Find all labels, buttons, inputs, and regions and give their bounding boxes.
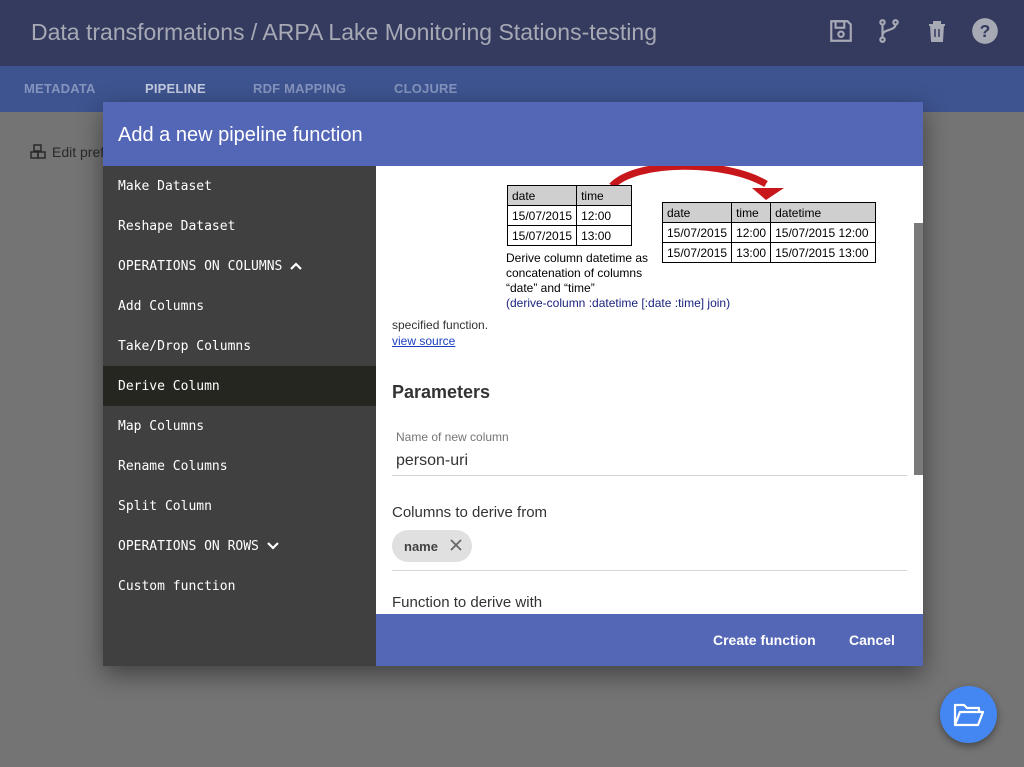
parameters-heading: Parameters xyxy=(392,382,491,402)
page-title: Data transformations / ARPA Lake Monitor… xyxy=(31,19,657,45)
table-cell: 15/07/2015 13:00 xyxy=(770,242,877,263)
view-source-link[interactable]: view source xyxy=(392,334,455,348)
table-row: 15/07/2015 13:00 xyxy=(506,225,633,246)
chip-label: name xyxy=(404,538,438,554)
content-scrollbar[interactable] xyxy=(914,223,923,475)
sidebar-item-reshape-dataset[interactable]: Reshape Dataset xyxy=(103,206,376,246)
table-row: 15/07/2015 12:00 15/07/2015 12:00 xyxy=(661,222,877,243)
tab-metadata[interactable]: METADATA xyxy=(24,81,96,96)
table-header: datetime xyxy=(770,202,877,223)
table-cell: 13:00 xyxy=(731,242,772,263)
tab-pipeline[interactable]: PIPELINE xyxy=(145,81,206,96)
sidebar-item-split-column[interactable]: Split Column xyxy=(103,486,376,526)
table-header: time xyxy=(731,202,772,223)
sidebar-item-label: Custom function xyxy=(118,578,236,594)
dialog-footer: Create function Cancel xyxy=(376,614,923,666)
sidebar-section-operations-on-rows[interactable]: OPERATIONS ON ROWS xyxy=(103,526,376,566)
add-pipeline-function-dialog: Add a new pipeline function Make Dataset… xyxy=(103,102,923,666)
sidebar-item-make-dataset[interactable]: Make Dataset xyxy=(103,166,376,206)
dialog-header: Add a new pipeline function xyxy=(103,102,923,166)
sidebar-item-rename-columns[interactable]: Rename Columns xyxy=(103,446,376,486)
table-cell: 15/07/2015 xyxy=(506,225,578,246)
table-cell: 12:00 xyxy=(576,205,633,226)
tab-rdf-mapping[interactable]: RDF MAPPING xyxy=(253,81,346,96)
chips-underline xyxy=(392,570,907,571)
folder-open-icon xyxy=(953,703,984,726)
sidebar-item-add-columns[interactable]: Add Columns xyxy=(103,286,376,326)
table-cell: 15/07/2015 12:00 xyxy=(770,222,877,243)
help-icon[interactable]: ? xyxy=(970,16,1000,46)
sidebar-item-derive-column[interactable]: Derive Column xyxy=(103,366,376,406)
example-code: (derive-column :datetime [:date :time] j… xyxy=(506,296,731,310)
table-row: 15/07/2015 13:00 15/07/2015 13:00 xyxy=(661,242,877,263)
sidebar-item-custom-function[interactable]: Custom function xyxy=(103,566,376,606)
create-function-button[interactable]: Create function xyxy=(713,632,816,648)
sidebar-item-label: Add Columns xyxy=(118,298,205,314)
table-header: date xyxy=(506,185,578,206)
new-column-label: Name of new column xyxy=(396,430,509,444)
sidebar-item-label: Derive Column xyxy=(118,378,220,394)
table-cell: 15/07/2015 xyxy=(506,205,578,226)
cubes-icon xyxy=(30,144,46,159)
dialog-title: Add a new pipeline function xyxy=(118,124,363,146)
open-folder-button[interactable] xyxy=(940,686,997,743)
table-cell: 15/07/2015 xyxy=(661,222,733,243)
save-icon[interactable] xyxy=(826,16,856,46)
cancel-button[interactable]: Cancel xyxy=(849,632,895,648)
fork-icon[interactable] xyxy=(874,16,904,46)
sidebar-section-operations-on-columns[interactable]: OPERATIONS ON COLUMNS xyxy=(103,246,376,286)
function-to-derive-label: Function to derive with xyxy=(392,594,543,611)
sidebar-item-label: Map Columns xyxy=(118,418,205,434)
table-header: time xyxy=(576,185,633,206)
example-input-table: date time 15/07/2015 12:00 15/07/2015 13… xyxy=(506,185,633,246)
sidebar-item-take-drop-columns[interactable]: Take/Drop Columns xyxy=(103,326,376,366)
sidebar-item-label: Split Column xyxy=(118,498,212,514)
example-output-table: date time datetime 15/07/2015 12:00 15/0… xyxy=(661,202,877,263)
chevron-down-icon xyxy=(267,541,279,551)
sidebar-item-label: Rename Columns xyxy=(118,458,228,474)
sidebar-section-label: OPERATIONS ON COLUMNS xyxy=(118,258,283,274)
column-chip: name xyxy=(392,530,472,562)
function-details: date time 15/07/2015 12:00 15/07/2015 13… xyxy=(376,166,923,614)
sidebar-section-label: OPERATIONS ON ROWS xyxy=(118,538,259,554)
close-icon[interactable] xyxy=(450,538,462,554)
sidebar-item-label: Make Dataset xyxy=(118,178,212,194)
table-cell: 15/07/2015 xyxy=(661,242,733,263)
function-description: specified function. xyxy=(392,318,489,332)
table-cell: 13:00 xyxy=(576,225,633,246)
sidebar-item-label: Reshape Dataset xyxy=(118,218,236,234)
chevron-up-icon xyxy=(290,261,303,271)
svg-text:?: ? xyxy=(980,21,991,41)
sidebar-item-map-columns[interactable]: Map Columns xyxy=(103,406,376,446)
app-bar: Data transformations / ARPA Lake Monitor… xyxy=(0,0,1024,66)
tab-clojure[interactable]: CLOJURE xyxy=(394,81,458,96)
new-column-input[interactable] xyxy=(392,446,907,476)
table-row: 15/07/2015 12:00 xyxy=(506,205,633,226)
table-cell: 12:00 xyxy=(731,222,772,243)
curved-arrow-icon xyxy=(609,166,784,200)
delete-icon[interactable] xyxy=(922,16,952,46)
function-sidebar: Make Dataset Reshape Dataset OPERATIONS … xyxy=(103,166,376,666)
sidebar-item-label: Take/Drop Columns xyxy=(118,338,252,354)
example-description: Derive column datetime as concatenation … xyxy=(506,251,649,295)
edit-prefixes-button[interactable]: Edit pref xyxy=(30,144,104,160)
edit-prefixes-label: Edit pref xyxy=(52,144,105,160)
table-header: date xyxy=(661,202,733,223)
columns-to-derive-label: Columns to derive from xyxy=(392,504,548,521)
